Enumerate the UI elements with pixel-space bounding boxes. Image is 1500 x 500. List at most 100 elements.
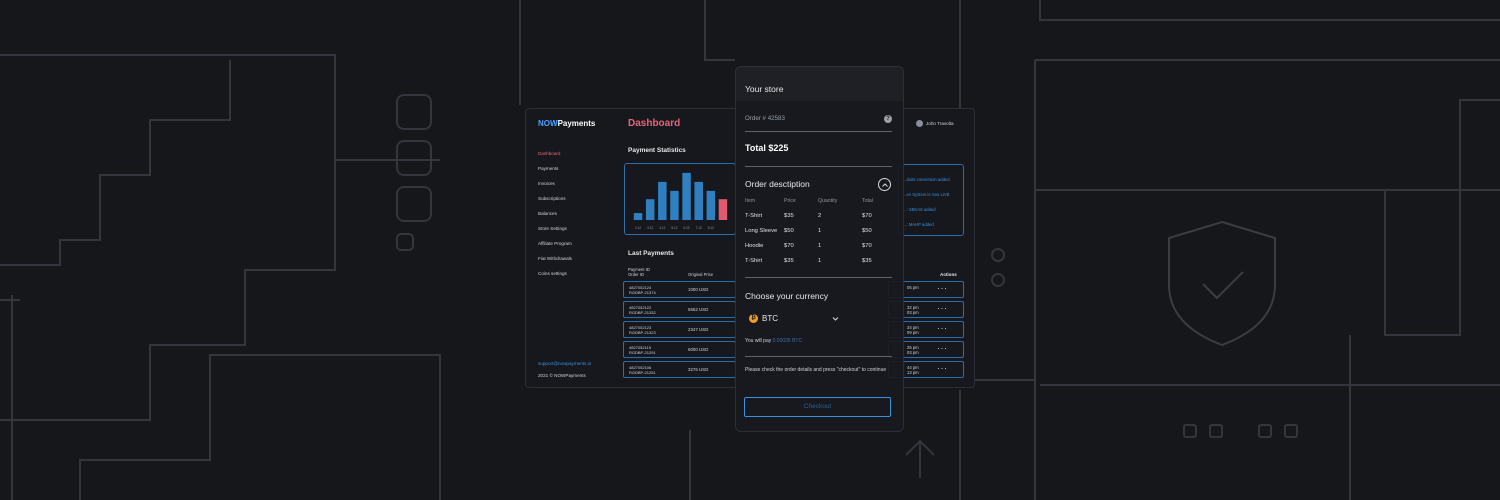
- item-qty: 1: [818, 258, 822, 264]
- chart-tick-label: 2.12: [635, 226, 641, 230]
- payment-ids: 4827052124 RGDBP-21374: [629, 285, 685, 295]
- more-actions-icon[interactable]: ···: [937, 363, 948, 373]
- order-total: Total $225: [745, 143, 789, 153]
- table-row[interactable]: 4827052124 RGDBP-21374 1000 USD: [623, 281, 736, 298]
- checkout-hint: Please check the order details and press…: [745, 367, 887, 373]
- chart-tick-label: 8.12: [708, 226, 714, 230]
- user-name[interactable]: John Travolta: [926, 121, 954, 126]
- sidebar-item-balances[interactable]: Balances: [538, 209, 572, 224]
- order-id: RGDBP-21332: [629, 310, 656, 315]
- sidebar-item-fiat-withdrawals[interactable]: Fiat Withdrawals: [538, 254, 572, 269]
- row-time: 05 pm: [907, 285, 919, 290]
- chart-tick-label: 5.12: [671, 226, 677, 230]
- payment-price: 1000 USD: [688, 287, 709, 292]
- total-header: Total: [862, 198, 873, 204]
- item-name: Long Sleeve: [745, 228, 778, 234]
- page-title: Dashboard: [628, 118, 681, 129]
- chart-tick-label: 7.12: [696, 226, 702, 230]
- chevron-up-icon: [882, 183, 888, 187]
- table-row[interactable]: 4827052122 RGDBP-21332 5562 USD: [623, 301, 736, 318]
- sidebar-nav: Dashboard Payments Invoices Subscription…: [538, 149, 572, 284]
- support-email-link[interactable]: support@nowpayments.io: [538, 361, 591, 366]
- item-name: Hoodie: [745, 243, 764, 249]
- store-title: Your store: [745, 84, 784, 94]
- more-actions-icon[interactable]: ···: [937, 343, 948, 353]
- col-payment-id-header: Payment ID Order ID: [628, 267, 650, 277]
- checkout-panel: Your store Order # 42583 ? Total $225 Or…: [735, 66, 904, 432]
- sidebar-item-payments[interactable]: Payments: [538, 164, 572, 179]
- notification-item[interactable]: ...: MAHP added: [903, 222, 934, 227]
- last-payments-title: Last Payments: [628, 250, 674, 257]
- row-time: 44 pm 13 pm: [907, 365, 919, 375]
- sidebar-item-dashboard[interactable]: Dashboard: [538, 149, 572, 164]
- table-row[interactable]: 4827052106 RGDBP-21251 3276 USD: [623, 361, 736, 378]
- notifications-panel: ...duits conversion added ...en System i…: [898, 164, 964, 236]
- chart-bar[interactable]: [645, 199, 655, 220]
- order-id-header: Order ID: [628, 272, 645, 277]
- sidebar-item-store-settings[interactable]: Store Settings: [538, 224, 572, 239]
- avatar[interactable]: [916, 120, 923, 127]
- pay-amount-note: You will pay 0.00035 BTC: [745, 338, 802, 344]
- item-qty: 1: [818, 228, 822, 234]
- chart-bar[interactable]: [682, 172, 691, 220]
- chart-bar[interactable]: [670, 190, 679, 220]
- item-name: T-Shirt: [745, 213, 763, 219]
- chart-tick-label: 3.12: [647, 226, 653, 230]
- payment-ids: 4827052115 RGDBP-21291: [629, 345, 685, 355]
- item-total: $70: [862, 213, 872, 219]
- checkout-button[interactable]: Checkout: [744, 397, 891, 417]
- actions-header: Actions: [940, 272, 957, 277]
- notification-item[interactable]: ...duits conversion added: [903, 177, 950, 182]
- help-icon[interactable]: ?: [884, 115, 892, 123]
- sidebar-item-subscriptions[interactable]: Subscriptions: [538, 194, 572, 209]
- order-id: RGDBP-21323: [629, 330, 656, 335]
- payment-price: 6000 USD: [688, 347, 709, 352]
- time-text: 03 pm: [907, 350, 919, 355]
- payment-statistics-title: Payment Statistics: [628, 147, 686, 154]
- payment-ids: 4827052122 RGDBP-21332: [629, 305, 685, 315]
- payment-ids: 4827052106 RGDBP-21251: [629, 365, 685, 375]
- time-text: 03 pm: [907, 310, 919, 315]
- payment-price: 2347 USD: [688, 327, 709, 332]
- chart-tick-label: 4.12: [659, 226, 665, 230]
- sidebar-item-invoices[interactable]: Invoices: [538, 179, 572, 194]
- more-actions-icon[interactable]: ···: [937, 323, 948, 333]
- payment-ids: 4827052123 RGDBP-21323: [629, 325, 685, 335]
- notification-item[interactable]: ...: SEKAS added: [903, 207, 936, 212]
- time-text: 09 pm: [907, 330, 919, 335]
- item-price: $35: [784, 258, 794, 264]
- item-qty: 2: [818, 213, 822, 219]
- item-price: $35: [784, 213, 794, 219]
- divider: [745, 131, 892, 132]
- more-actions-icon[interactable]: ···: [937, 303, 948, 313]
- chevron-down-icon[interactable]: [832, 316, 839, 322]
- item-qty: 1: [818, 243, 822, 249]
- notification-item[interactable]: ...en System is now LIVE: [903, 192, 950, 197]
- currency-select[interactable]: BTC: [762, 314, 778, 323]
- copyright: 2021 © NOWPayments: [538, 373, 586, 378]
- divider: [745, 277, 892, 278]
- item-price: $70: [784, 243, 794, 249]
- sidebar-item-affiliate[interactable]: Affiliate Program: [538, 239, 572, 254]
- payment-price: 3276 USD: [688, 367, 709, 372]
- col-price-header: Original Price: [688, 272, 714, 277]
- order-id: RGDBP-21251: [629, 370, 656, 375]
- collapse-button[interactable]: [878, 178, 891, 191]
- item-total: $50: [862, 228, 872, 234]
- table-row[interactable]: 4827052123 RGDBP-21323 2347 USD: [623, 321, 736, 338]
- chart-bar[interactable]: [633, 213, 643, 220]
- more-actions-icon[interactable]: ···: [937, 283, 948, 293]
- chart-bar[interactable]: [658, 181, 667, 220]
- chart-tick-label: 6.12: [683, 226, 689, 230]
- chart-bar[interactable]: [718, 199, 728, 220]
- chart-bar[interactable]: [706, 190, 716, 220]
- price-header: Price: [784, 198, 796, 204]
- sidebar-item-coins-settings[interactable]: Coins settings: [538, 269, 572, 284]
- table-row[interactable]: 4827052115 RGDBP-21291 6000 USD: [623, 341, 736, 358]
- chart-bar[interactable]: [694, 181, 703, 220]
- brand-logo[interactable]: NOWPayments: [538, 119, 595, 128]
- row-time: 34 pm 09 pm: [907, 325, 919, 335]
- bitcoin-icon: ₿: [749, 314, 758, 323]
- time-text: 13 pm: [907, 370, 919, 375]
- pay-prefix: You will pay: [745, 338, 772, 344]
